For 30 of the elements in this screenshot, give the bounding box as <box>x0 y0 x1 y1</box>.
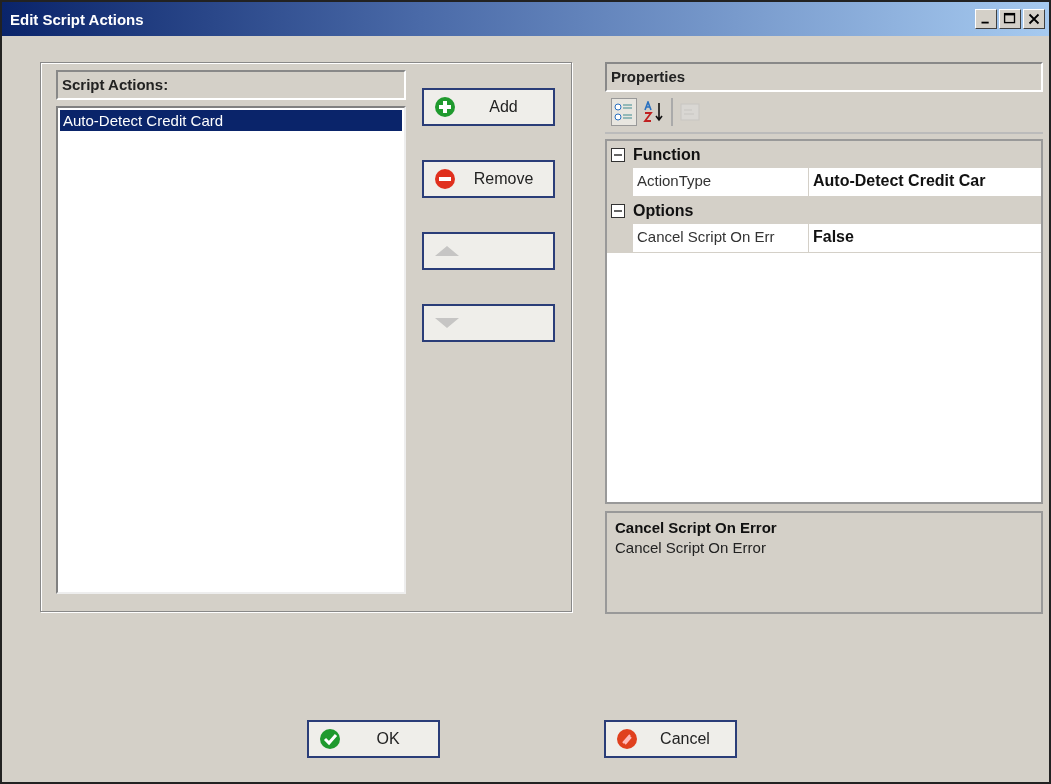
collapse-icon[interactable] <box>611 147 625 162</box>
categorized-icon <box>614 102 634 122</box>
property-value[interactable]: Auto-Detect Credit Car <box>809 168 1041 196</box>
add-button[interactable]: Add <box>422 88 555 126</box>
remove-button[interactable]: Remove <box>422 160 555 198</box>
checkmark-icon <box>318 728 341 750</box>
cancel-button[interactable]: Cancel <box>603 720 737 758</box>
sort-az-icon <box>643 101 665 123</box>
property-name: Cancel Script On Err <box>633 224 809 252</box>
description-text: Cancel Script On Error <box>615 539 767 556</box>
list-header: Script Actions: <box>56 70 406 100</box>
collapse-icon[interactable] <box>611 203 625 218</box>
close-icon[interactable] <box>1023 9 1045 29</box>
cancel-icon <box>615 728 638 750</box>
list-item[interactable]: Auto-Detect Credit Card <box>60 110 402 131</box>
categorized-button[interactable] <box>611 98 637 126</box>
property-value[interactable]: False <box>809 224 1041 252</box>
property-name: ActionType <box>633 168 809 196</box>
plus-icon <box>434 96 456 118</box>
window-title: Edit Script Actions <box>10 10 144 28</box>
properties-header: Properties <box>605 62 1043 92</box>
minimize-icon[interactable] <box>975 9 997 29</box>
category-label: Function <box>633 145 701 164</box>
maximize-icon[interactable] <box>999 9 1021 29</box>
ok-button[interactable]: OK <box>306 720 440 758</box>
minus-icon <box>434 168 456 190</box>
up-arrow-icon <box>434 245 460 257</box>
down-arrow-icon <box>434 317 460 329</box>
category-label: Options <box>633 201 694 220</box>
description-title: Cancel Script On Error <box>615 519 778 536</box>
